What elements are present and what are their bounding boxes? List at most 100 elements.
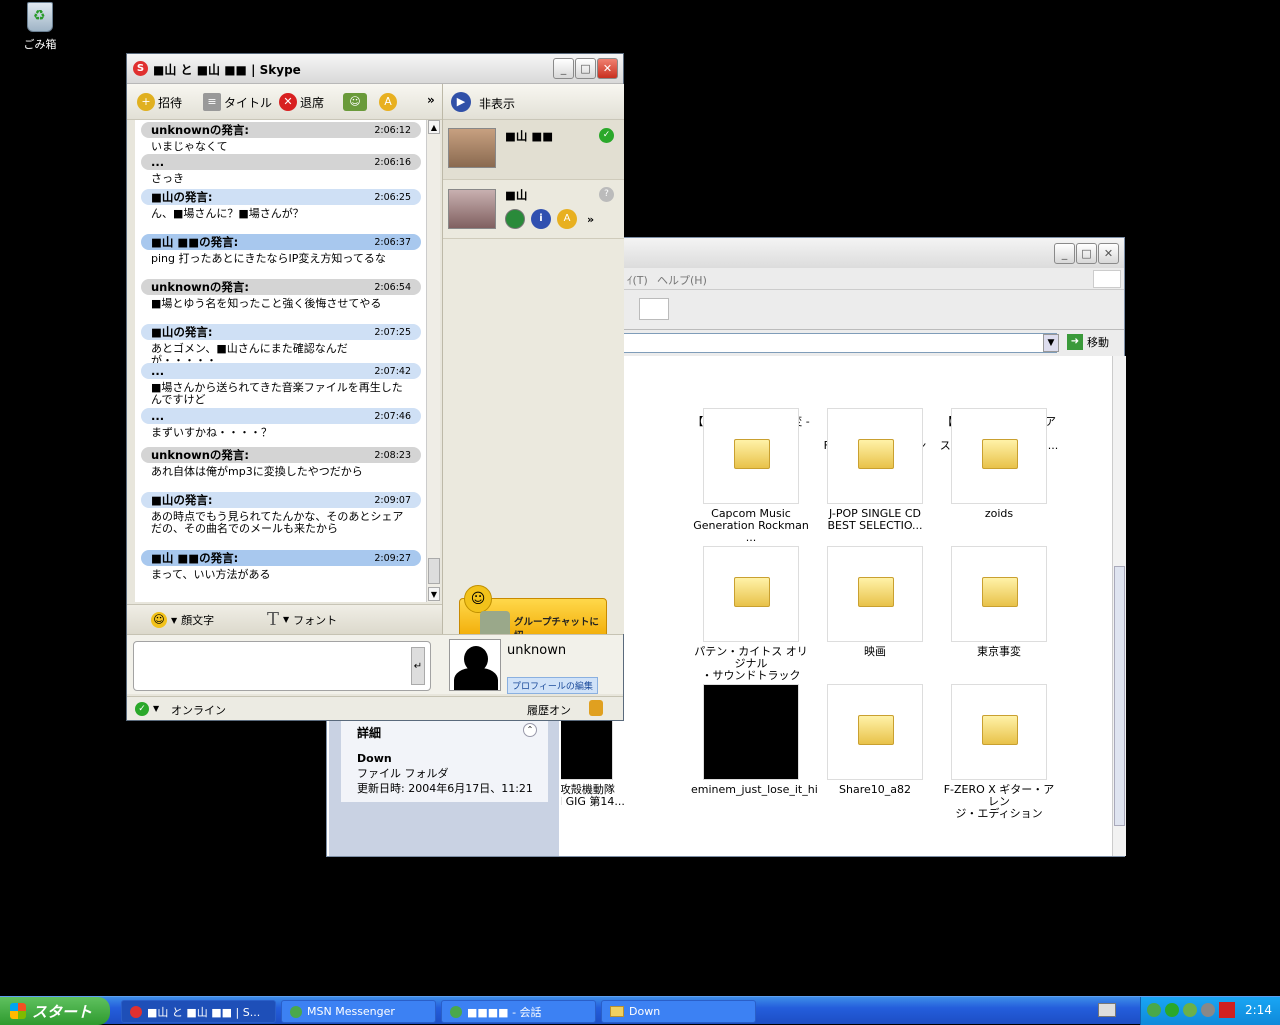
a-icon[interactable]: A [557,209,577,229]
clock[interactable]: 2:14 [1245,1003,1272,1017]
status-label[interactable]: オンライン [171,702,226,718]
auth-button[interactable]: A [379,93,397,111]
file-item[interactable]: J-POP SINGLE CD BEST SELECTIO... [815,408,935,532]
font-icon: T [267,609,280,630]
scroll-thumb[interactable] [428,558,440,584]
close-button[interactable]: ✕ [1098,243,1119,264]
file-item[interactable]: eminem_just_lose_it_hi [691,684,818,796]
msn-icon [450,1005,462,1018]
message-input[interactable] [133,641,431,691]
message-header: ■山の発言: 2:09:07 [141,492,421,508]
file-item[interactable]: 映画 [815,546,935,658]
info-icon[interactable]: i [531,209,551,229]
details-title[interactable]: 詳細 [357,724,381,741]
antivirus-icon[interactable] [1219,1002,1235,1018]
skype-status-icon[interactable] [1165,1003,1179,1017]
message-header: unknownの発言: 2:06:12 [141,122,421,138]
maximize-button[interactable]: □ [1076,243,1097,264]
file-item[interactable]: Share10_a82 [815,684,935,796]
emoticon-button[interactable]: ☺ ▼ 顔文字 [151,612,214,628]
scroll-thumb[interactable] [1114,566,1125,826]
message-time: 2:08:23 [374,449,411,461]
messenger-icon[interactable] [1183,1003,1197,1017]
message-header: ■山 ■■の発言: 2:09:27 [141,550,421,566]
leave-button[interactable]: ✕ 退席 [279,93,324,111]
edit-profile-button[interactable]: プロフィールの編集 [507,677,598,694]
sender-name: ■山の発言: [151,190,213,204]
participant-name: ■山 ■■ [505,129,554,143]
msn-icon [290,1005,302,1018]
menu-help[interactable]: ヘルプ(H) [657,272,707,288]
message-text: ping 打ったあとにきたならIP変え方知ってるな [151,252,386,265]
folder-icon [703,408,799,504]
task-msn[interactable]: MSN Messenger [281,1000,436,1023]
hide-label: 非表示 [479,97,516,111]
font-label: フォント [293,613,338,627]
file-label: Share10_a82 [839,783,911,796]
task-label: Down [629,1005,661,1018]
start-button[interactable]: スタート [0,997,110,1025]
sender-name: unknownの発言: [151,123,250,137]
compose-area: ↵ unknown プロフィールの編集 [127,634,623,694]
close-button[interactable]: ✕ [597,58,618,79]
scroll-down-icon[interactable]: ▼ [428,587,440,601]
file-label: F-ZERO X ギター・アレン ジ・エディション [943,783,1055,820]
sender-name: ... [151,364,165,378]
task-skype[interactable]: ■山 と ■山 ■■ | S... [121,1000,276,1023]
maximize-button[interactable]: □ [575,58,596,79]
folder-icon [703,546,799,642]
sender-name: ■山の発言: [151,325,213,339]
recycle-bin-icon[interactable]: ごみ箱 [14,2,66,52]
folder-icon [610,1006,624,1017]
network-icon[interactable] [1201,1003,1215,1017]
task-conversation[interactable]: ■■■■ - 会話 [441,1000,596,1023]
folder-icon [951,546,1047,642]
minimize-button[interactable]: _ [553,58,574,79]
lock-icon[interactable] [589,700,603,716]
font-button[interactable]: T ▼ フォント [267,609,337,630]
scroll-up-icon[interactable]: ▲ [428,120,440,134]
chevron-down-icon[interactable]: ▼ [1043,334,1059,352]
participant-1[interactable]: ■山 ■■ ✓ [443,120,624,180]
go-button[interactable]: ➜ 移動 [1067,334,1109,350]
keyboard-icon[interactable] [1098,1003,1116,1017]
invite-icon: + [137,93,155,111]
msn-icon[interactable] [1147,1003,1161,1017]
chat-message: ■山 ■■の発言: 2:06:37 ping 打ったあとにきたならIP変え方知ってる… [141,234,421,265]
send-icon[interactable]: ↵ [411,647,425,685]
message-text: ■場さんから送られてきた音楽ファイルを再生したんですけど [151,381,403,406]
file-item[interactable]: F-ZERO X ギター・アレン ジ・エディション [939,684,1059,820]
emoticon-label: 顔文字 [181,614,215,627]
send-contacts-button[interactable]: ☺ [343,93,367,111]
minimize-button[interactable]: _ [1054,243,1075,264]
message-time: 2:07:42 [374,365,411,377]
online-status-icon[interactable]: ✓ [135,702,149,716]
file-item[interactable]: 東京事変 [939,546,1059,658]
chat-message: unknownの発言: 2:06:12 いまじゃなくて [141,122,421,153]
skype-titlebar[interactable]: S ■山 と ■山 ■■ | Skype _ □ ✕ [127,54,623,84]
more-button[interactable]: » [427,93,435,107]
skype-icon: S [133,61,148,76]
explorer-scrollbar[interactable] [1112,356,1126,856]
message-time: 2:06:25 [374,191,411,203]
chat-message: ■山の発言: 2:09:07 あの時点でもう見られてたんかな、そのあとシェアだの、そ… [141,492,421,535]
message-time: 2:09:27 [374,552,411,564]
call-icon[interactable] [505,209,525,229]
chevron-down-icon[interactable]: ▼ [153,704,159,713]
task-explorer[interactable]: Down [601,1000,756,1023]
file-item[interactable]: Capcom Music Generation Rockman ... [691,408,811,544]
invite-button[interactable]: + 招待 [137,93,182,111]
view-icon[interactable] [639,298,669,320]
hide-button[interactable]: ▶ 非表示 [443,84,624,120]
menu-tools[interactable]: ｲ(T) [627,272,648,288]
a-icon: A [379,93,397,111]
collapse-icon[interactable]: ⌃ [523,723,537,737]
history-label[interactable]: 履歴オン [527,702,571,718]
chat-scrollbar[interactable]: ▲ ▼ [426,120,440,602]
participant-2[interactable]: ■山 ? i A » [443,181,624,239]
more-icon[interactable]: » [587,213,594,226]
file-item[interactable]: zoids [939,408,1059,520]
file-item[interactable]: パテン・カイトス オリジナル ・サウンドトラック [691,546,811,682]
go-arrow-icon: ➜ [1067,334,1083,350]
title-button[interactable]: ≡ タイトル [203,93,272,111]
